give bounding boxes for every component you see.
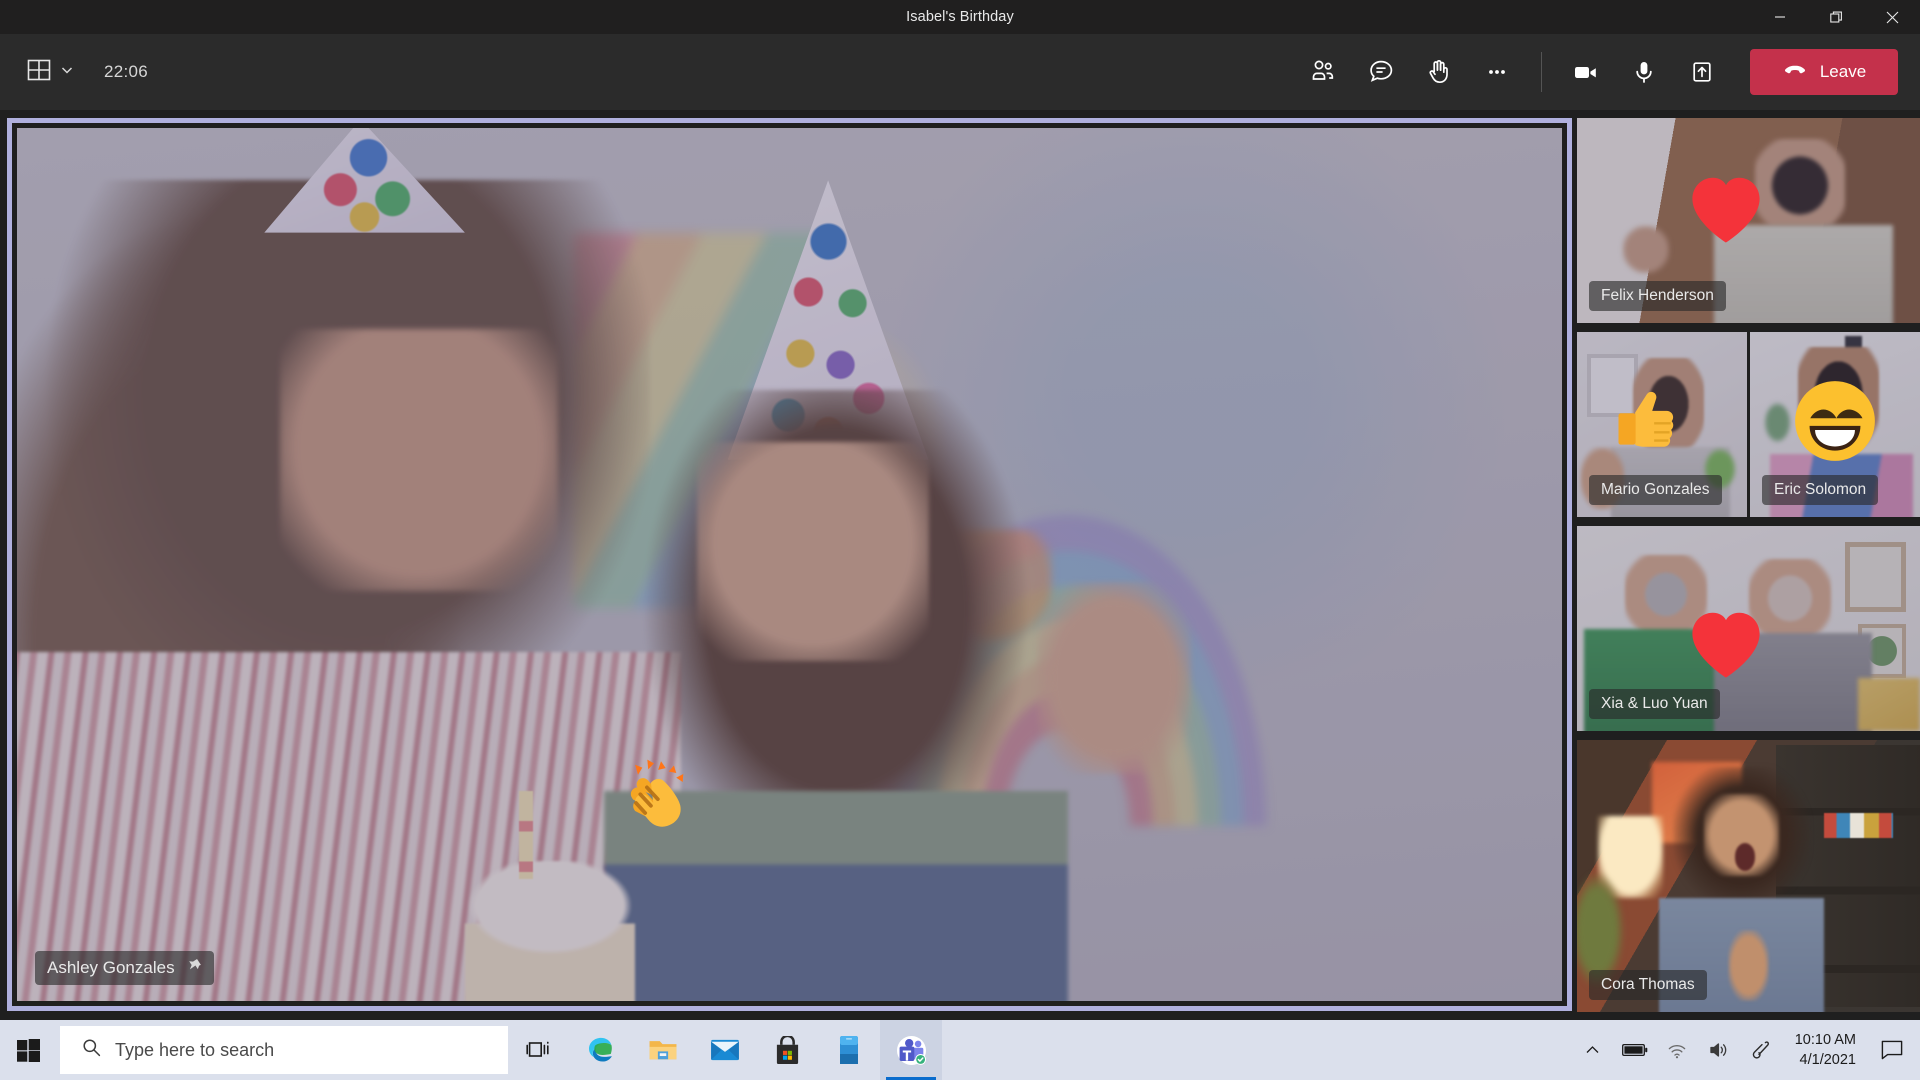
search-placeholder: Type here to search <box>115 1039 275 1060</box>
spotlight-name-text: Ashley Gonzales <box>47 958 175 977</box>
participant-name-text: Cora Thomas <box>1601 976 1695 993</box>
mail-icon[interactable] <box>694 1020 756 1080</box>
participant-tile-cora-thomas[interactable]: Cora Thomas <box>1577 740 1920 1012</box>
restore-button[interactable] <box>1808 0 1864 34</box>
participant-name-text: Eric Solomon <box>1774 481 1867 498</box>
file-explorer-icon[interactable] <box>632 1020 694 1080</box>
chevron-down-icon <box>60 63 74 82</box>
participant-name-label: Xia & Luo Yuan <box>1589 689 1720 719</box>
spotlight-video-tile[interactable]: Ashley Gonzales <box>7 118 1572 1011</box>
participant-name-text: Xia & Luo Yuan <box>1601 695 1708 712</box>
spotlight-name-label: Ashley Gonzales <box>35 951 214 985</box>
more-options-icon[interactable] <box>1469 49 1525 95</box>
spotlight-video: Ashley Gonzales <box>17 128 1562 1001</box>
people-icon[interactable] <box>1295 49 1351 95</box>
battery-icon[interactable] <box>1615 1020 1655 1080</box>
taskbar-clock[interactable]: 10:10 AM 4/1/2021 <box>1783 1020 1868 1080</box>
window-controls <box>1752 0 1920 34</box>
wifi-icon[interactable] <box>1657 1020 1697 1080</box>
meeting-toolbar: 22:06 Leave <box>0 34 1920 110</box>
toolbar-right-group: Leave <box>1295 49 1920 95</box>
raise-hand-icon[interactable] <box>1411 49 1467 95</box>
clock-time: 10:10 AM <box>1794 1032 1856 1048</box>
participant-tile-xia-luo-yuan[interactable]: Xia & Luo Yuan <box>1577 526 1920 731</box>
close-button[interactable] <box>1864 0 1920 34</box>
search-icon <box>82 1038 101 1062</box>
windows-taskbar: Type here to search 10:10 AM 4/1/2021 <box>0 1020 1920 1080</box>
participant-name-label: Eric Solomon <box>1762 475 1879 505</box>
leave-button-label: Leave <box>1819 62 1867 81</box>
your-phone-icon[interactable] <box>818 1020 880 1080</box>
participant-tile-eric-solomon[interactable]: Eric Solomon <box>1750 332 1920 517</box>
edge-icon[interactable] <box>570 1020 632 1080</box>
toolbar-divider <box>1541 52 1542 92</box>
share-screen-icon[interactable] <box>1674 49 1730 95</box>
hangup-icon <box>1782 57 1808 88</box>
participant-tile-felix-henderson[interactable]: Felix Henderson <box>1577 118 1920 323</box>
grid-layout-icon <box>26 57 52 88</box>
action-center-icon[interactable] <box>1870 1020 1914 1080</box>
participant-name-label: Cora Thomas <box>1589 970 1707 1000</box>
window-titlebar: Isabel's Birthday <box>0 0 1920 34</box>
participant-name-text: Felix Henderson <box>1601 287 1714 304</box>
chat-icon[interactable] <box>1353 49 1409 95</box>
minimize-button[interactable] <box>1752 0 1808 34</box>
pen-menu-icon[interactable] <box>1741 1020 1781 1080</box>
volume-icon[interactable] <box>1699 1020 1739 1080</box>
leave-button[interactable]: Leave <box>1750 49 1898 95</box>
participant-filmstrip: Felix Henderson Mario Gonzales Eric Solo… <box>1577 110 1920 1020</box>
windows-start-icon[interactable] <box>0 1020 56 1080</box>
show-hidden-icons-icon[interactable] <box>1573 1020 1613 1080</box>
clock-date: 4/1/2021 <box>1799 1052 1856 1068</box>
spotlight-video-feed <box>17 128 1562 1001</box>
participant-name-text: Mario Gonzales <box>1601 481 1710 498</box>
participant-tile-mario-gonzales[interactable]: Mario Gonzales <box>1577 332 1747 517</box>
layout-switch-button[interactable] <box>20 51 80 94</box>
meeting-timer: 22:06 <box>104 62 149 81</box>
window-title: Isabel's Birthday <box>906 9 1014 25</box>
microphone-icon[interactable] <box>1616 49 1672 95</box>
participant-name-label: Felix Henderson <box>1589 281 1726 311</box>
system-tray: 10:10 AM 4/1/2021 <box>1573 1020 1920 1080</box>
meeting-stage: Ashley Gonzales Felix Henderson Mario Go… <box>0 110 1920 1020</box>
participant-name-label: Mario Gonzales <box>1589 475 1722 505</box>
microsoft-store-icon[interactable] <box>756 1020 818 1080</box>
camera-icon[interactable] <box>1558 49 1614 95</box>
task-view-icon[interactable] <box>508 1020 570 1080</box>
pin-icon <box>185 957 202 979</box>
toolbar-left-group: 22:06 <box>0 51 148 94</box>
teams-icon[interactable] <box>880 1020 942 1080</box>
search-input[interactable]: Type here to search <box>60 1026 508 1074</box>
